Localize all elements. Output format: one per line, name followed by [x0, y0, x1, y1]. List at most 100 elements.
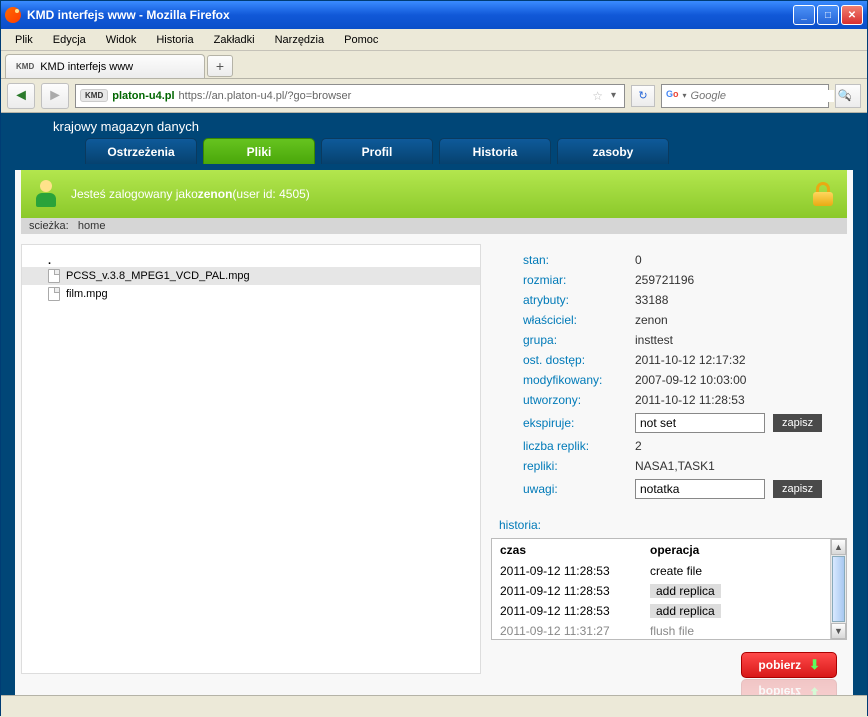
- uwagi-save-button[interactable]: zapisz: [773, 480, 822, 498]
- tab-title: KMD interfejs www: [40, 61, 133, 73]
- history-op[interactable]: add replica: [650, 584, 721, 598]
- download-label: pobierz: [758, 658, 801, 672]
- file-name: film.mpg: [66, 288, 108, 300]
- tab-historia[interactable]: Historia: [439, 138, 551, 164]
- path-bar: scieżka: home: [21, 218, 847, 234]
- detail-value: 2011-10-12 12:17:32: [635, 353, 746, 367]
- detail-value: 0: [635, 253, 642, 267]
- menu-pomoc[interactable]: Pomoc: [336, 32, 386, 48]
- file-name: PCSS_v.3.8_MPEG1_VCD_PAL.mpg: [66, 270, 250, 282]
- history-col-op: operacja: [650, 543, 699, 557]
- detail-value: 2: [635, 439, 642, 453]
- detail-label: rozmiar:: [523, 273, 635, 287]
- login-suffix: (user id: 4505): [232, 187, 309, 201]
- minimize-button[interactable]: _: [793, 5, 815, 25]
- file-list-panel: . PCSS_v.3.8_MPEG1_VCD_PAL.mpg film.mpg: [21, 244, 481, 674]
- tab-favicon: KMD: [16, 62, 34, 71]
- download-button[interactable]: pobierz ⬇: [741, 652, 837, 678]
- detail-label: liczba replik:: [523, 439, 635, 453]
- history-op[interactable]: add replica: [650, 604, 721, 618]
- ekspiruje-input[interactable]: [635, 413, 765, 433]
- menu-narzedzia[interactable]: Narzędzia: [267, 32, 333, 48]
- history-time: 2011-09-12 11:31:27: [500, 624, 650, 638]
- file-icon: [48, 269, 60, 283]
- uwagi-input[interactable]: [635, 479, 765, 499]
- detail-label: repliki:: [523, 459, 635, 473]
- detail-value: 33188: [635, 293, 668, 307]
- forward-button[interactable]: ►: [41, 83, 69, 109]
- detail-label: utworzony:: [523, 393, 635, 407]
- detail-label: ekspiruje:: [523, 416, 635, 430]
- history-op: create file: [650, 564, 702, 578]
- tab-profil[interactable]: Profil: [321, 138, 433, 164]
- detail-label: atrybuty:: [523, 293, 635, 307]
- history-row: 2011-09-12 11:31:27 flush file: [492, 621, 830, 639]
- history-op: flush file: [650, 624, 694, 638]
- back-button[interactable]: ◄: [7, 83, 35, 109]
- bookmark-star-icon[interactable]: ☆: [592, 89, 603, 103]
- chevron-down-icon[interactable]: ▾: [683, 91, 687, 100]
- detail-value: 2007-09-12 10:03:00: [635, 373, 746, 387]
- history-label: historia:: [491, 508, 847, 538]
- brand-title: krajowy magazyn danych: [15, 113, 853, 138]
- lock-icon: [813, 182, 833, 206]
- status-bar: [1, 695, 867, 717]
- history-time: 2011-09-12 11:28:53: [500, 564, 650, 578]
- menu-zakladki[interactable]: Zakładki: [206, 32, 263, 48]
- ekspiruje-save-button[interactable]: zapisz: [773, 414, 822, 432]
- browser-tabstrip: KMD KMD interfejs www +: [1, 51, 867, 79]
- search-engine-icon[interactable]: Go: [666, 89, 679, 103]
- detail-label: właściciel:: [523, 313, 635, 327]
- file-icon: [48, 287, 60, 301]
- history-scrollbar[interactable]: ▲ ▼: [830, 539, 846, 639]
- detail-label: stan:: [523, 253, 635, 267]
- window-title: KMD interfejs www - Mozilla Firefox: [27, 8, 793, 22]
- url-dropdown-icon[interactable]: ▾: [607, 90, 620, 101]
- tab-pliki[interactable]: Pliki: [203, 138, 315, 164]
- menu-widok[interactable]: Widok: [98, 32, 145, 48]
- window-titlebar: KMD interfejs www - Mozilla Firefox _ □ …: [1, 1, 867, 29]
- scroll-thumb[interactable]: [832, 556, 845, 622]
- history-box: czas operacja 2011-09-12 11:28:53 create…: [491, 538, 847, 640]
- url-box[interactable]: KMD platon-u4.pl https://an.platon-u4.pl…: [75, 84, 625, 108]
- path-label: scieżka:: [29, 220, 69, 232]
- detail-value: 259721196: [635, 273, 694, 287]
- detail-label: ost. dostęp:: [523, 353, 635, 367]
- file-row[interactable]: PCSS_v.3.8_MPEG1_VCD_PAL.mpg: [22, 267, 480, 285]
- history-row: 2011-09-12 11:28:53 create file: [492, 561, 830, 581]
- scroll-up-icon[interactable]: ▲: [831, 539, 846, 555]
- file-parent-dir[interactable]: .: [22, 255, 480, 267]
- page-content: krajowy magazyn danych Ostrzeżenia Pliki…: [1, 113, 867, 695]
- login-user: zenon: [198, 187, 233, 201]
- history-row: 2011-09-12 11:28:53 add replica: [492, 581, 830, 601]
- path-value[interactable]: home: [78, 220, 106, 232]
- download-button-reflection: pobierz⬇: [741, 679, 837, 695]
- menu-plik[interactable]: Plik: [7, 32, 41, 48]
- app-tabs: Ostrzeżenia Pliki Profil Historia zasoby: [85, 138, 853, 164]
- file-row[interactable]: film.mpg: [22, 285, 480, 303]
- maximize-button[interactable]: □: [817, 5, 839, 25]
- menu-historia[interactable]: Historia: [148, 32, 201, 48]
- user-avatar-icon: [35, 180, 57, 208]
- browser-tab[interactable]: KMD KMD interfejs www: [5, 54, 205, 78]
- search-box[interactable]: Go ▾ 🔍: [661, 84, 829, 108]
- history-row: 2011-09-12 11:28:53 add replica: [492, 601, 830, 621]
- url-path: https://an.platon-u4.pl/?go=browser: [179, 90, 589, 102]
- detail-value: zenon: [635, 313, 668, 327]
- tab-ostrzezenia[interactable]: Ostrzeżenia: [85, 138, 197, 164]
- detail-value: insttest: [635, 333, 673, 347]
- search-input[interactable]: [691, 90, 834, 102]
- menu-bar: Plik Edycja Widok Historia Zakładki Narz…: [1, 29, 867, 51]
- tab-zasoby[interactable]: zasoby: [557, 138, 669, 164]
- reload-button[interactable]: ↻: [631, 85, 655, 107]
- detail-value: 2011-10-12 11:28:53: [635, 393, 745, 407]
- detail-label: modyfikowany:: [523, 373, 635, 387]
- search-go-icon[interactable]: 🔍: [838, 89, 852, 102]
- close-button[interactable]: ✕: [841, 5, 863, 25]
- menu-edycja[interactable]: Edycja: [45, 32, 94, 48]
- new-tab-button[interactable]: +: [207, 55, 233, 77]
- detail-label: grupa:: [523, 333, 635, 347]
- scroll-down-icon[interactable]: ▼: [831, 623, 846, 639]
- firefox-icon: [5, 7, 21, 23]
- history-time: 2011-09-12 11:28:53: [500, 584, 650, 598]
